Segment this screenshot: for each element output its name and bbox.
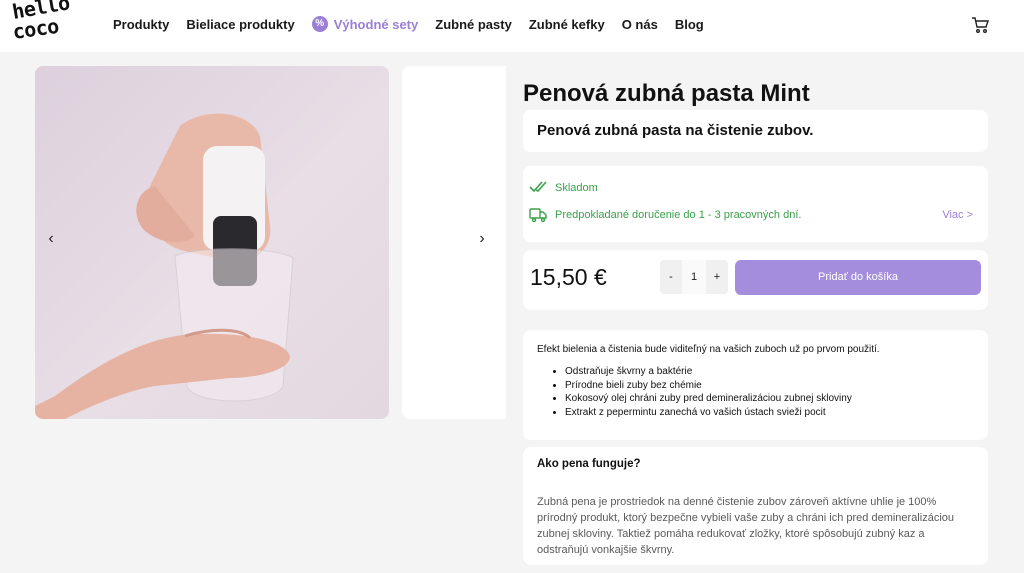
delivery-label: Predpokladané doručenie do 1 - 3 pracovn…: [555, 209, 802, 221]
cart-icon[interactable]: [971, 16, 989, 34]
how-it-works-card: Ako pena funguje? Zubná pena je prostrie…: [523, 447, 988, 565]
stock-label: Skladom: [555, 182, 598, 194]
delivery-truck-icon: [529, 207, 547, 223]
quantity-stepper: - 1 +: [660, 260, 728, 294]
product-title: Penová zubná pasta Mint: [523, 80, 810, 107]
nav-item-produkty[interactable]: Produkty: [113, 17, 169, 32]
list-item: Prírodne bieli zuby bez chémie: [565, 379, 974, 393]
list-item: Kokosový olej chráni zuby pred demineral…: [565, 392, 974, 406]
stock-status: Skladom: [529, 180, 598, 196]
hello-coco-logo[interactable]: hello coco: [10, 0, 86, 47]
nav-item-zubne-kefky[interactable]: Zubné kefky: [529, 17, 605, 32]
how-it-works-text: Zubná pena je prostriedok na denné čiste…: [537, 496, 954, 556]
nav-item-o-nas[interactable]: O nás: [622, 17, 658, 32]
percent-badge-icon: %: [311, 16, 328, 32]
delivery-more-link[interactable]: Viac >: [942, 209, 973, 221]
double-check-icon: [529, 180, 547, 196]
list-item: Odstraňuje škvrny a baktérie: [565, 365, 974, 379]
nav-item-vyhodne-sety[interactable]: % Výhodné sety: [311, 16, 419, 32]
description-intro: Efekt bielenia a čistenia bude viditeľný…: [537, 344, 880, 355]
quantity-input[interactable]: 1: [682, 260, 706, 294]
product-price: 15,50 €: [530, 264, 607, 290]
gallery-prev-arrow[interactable]: ‹: [43, 231, 59, 247]
product-secondary-image[interactable]: ›: [402, 66, 506, 419]
product-main-image[interactable]: ‹: [35, 66, 389, 419]
nav-item-blog[interactable]: Blog: [675, 17, 704, 32]
purchase-card: 15,50 € - 1 + Pridať do košíka: [523, 250, 988, 310]
how-it-works-title: Ako pena funguje?: [537, 458, 641, 470]
nav-item-vyhodne-sety-label: Výhodné sety: [333, 16, 419, 32]
nav-item-bieliace-produkty[interactable]: Bieliace produkty: [186, 17, 294, 32]
availability-card: Skladom Predpokladané doručenie do 1 - 3…: [523, 166, 988, 242]
main-nav: Produkty Bieliace produkty % Výhodné set…: [113, 16, 721, 32]
nav-item-zubne-pasty[interactable]: Zubné pasty: [435, 17, 512, 32]
quantity-increase-button[interactable]: +: [706, 271, 728, 283]
list-item: Extrakt z pepermintu zanechá vo vašich ú…: [565, 406, 974, 420]
benefits-list: Odstraňuje škvrny a baktérie Prírodne bi…: [537, 365, 974, 419]
site-header: hello coco Produkty Bieliace produkty % …: [0, 0, 1024, 52]
product-subtitle: Penová zubná pasta na čistenie zubov.: [523, 110, 988, 152]
quantity-decrease-button[interactable]: -: [660, 271, 682, 283]
description-card: Efekt bielenia a čistenia bude viditeľný…: [523, 330, 988, 440]
add-to-cart-button[interactable]: Pridať do košíka: [735, 260, 981, 295]
gallery-next-arrow[interactable]: ›: [474, 231, 490, 247]
delivery-estimate: Predpokladané doručenie do 1 - 3 pracovn…: [529, 207, 801, 223]
